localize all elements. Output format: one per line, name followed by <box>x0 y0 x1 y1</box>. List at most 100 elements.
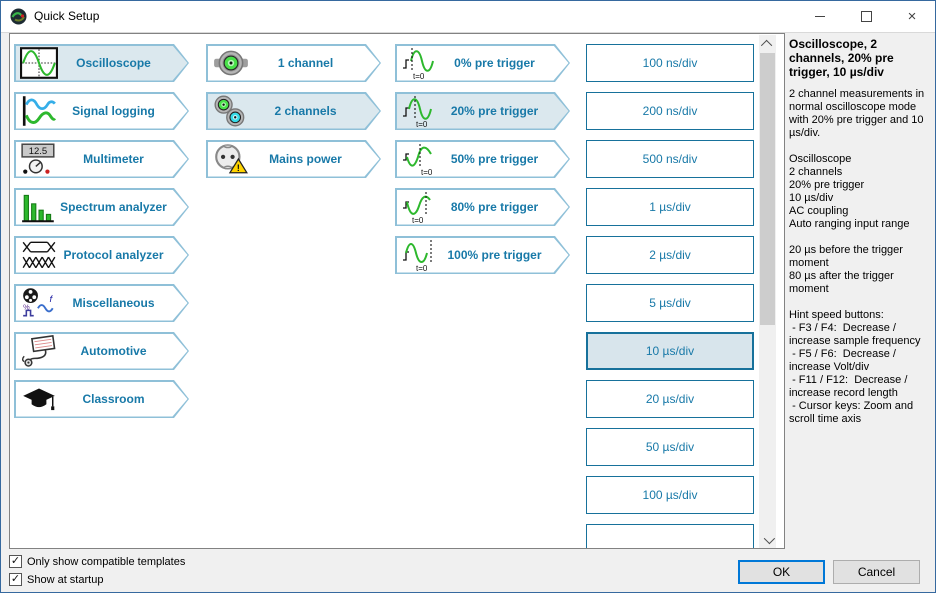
miscellaneous-icon: % f <box>19 286 59 320</box>
option-80-pre-trigger[interactable]: t=0 80% pre trigger <box>395 188 570 226</box>
timebase-1us[interactable]: 1 µs/div <box>586 188 754 226</box>
bnc-1-channel-icon <box>211 46 251 80</box>
multimeter-icon: 12.5 <box>19 142 59 176</box>
category-label: Classroom <box>58 380 169 418</box>
timebase-20us[interactable]: 20 µs/div <box>586 380 754 418</box>
only-show-compatible-checkbox[interactable]: ✓ <box>9 555 22 568</box>
spectrum-analyzer-icon <box>19 190 59 224</box>
option-1-channel[interactable]: 1 channel <box>206 44 381 82</box>
template-description: 2 channel measurements in normal oscillo… <box>789 88 930 140</box>
close-icon: × <box>908 9 917 24</box>
pre-trigger-20-icon: t=0 <box>400 94 440 128</box>
checkbox-label: Show at startup <box>27 574 103 586</box>
category-label: Oscilloscope <box>58 44 169 82</box>
scrollbar-thumb[interactable] <box>760 53 775 325</box>
category-label: Multimeter <box>58 140 169 178</box>
check-icon: ✓ <box>11 574 20 585</box>
check-icon: ✓ <box>11 556 20 567</box>
timebase-label: 200 ns/div <box>643 104 698 118</box>
timebase-label: 2 µs/div <box>649 248 691 262</box>
scroll-down-button[interactable] <box>759 531 776 548</box>
ok-button[interactable]: OK <box>738 560 825 584</box>
category-protocol-analyzer[interactable]: Protocol analyzer <box>14 236 189 274</box>
checkbox-label: Only show compatible templates <box>27 556 185 568</box>
svg-text:t=0: t=0 <box>421 168 433 176</box>
pre-trigger-0-icon: t=0 <box>400 46 440 80</box>
option-label: Mains power <box>250 140 361 178</box>
oscilloscope-icon <box>19 46 59 80</box>
timebase-100ns[interactable]: 100 ns/div <box>586 44 754 82</box>
mains-power-icon: ! <box>211 142 251 176</box>
option-2-channels[interactable]: 2 channels <box>206 92 381 130</box>
category-signal-logging[interactable]: Signal logging <box>14 92 189 130</box>
category-oscilloscope[interactable]: Oscilloscope <box>14 44 189 82</box>
option-label: 1 channel <box>250 44 361 82</box>
timebase-2us[interactable]: 2 µs/div <box>586 236 754 274</box>
timebase-100us[interactable]: 100 µs/div <box>586 476 754 514</box>
timebase-10us[interactable]: 10 µs/div <box>586 332 754 370</box>
maximize-button[interactable] <box>843 1 889 32</box>
option-0-pre-trigger[interactable]: t=0 0% pre trigger <box>395 44 570 82</box>
pre-trigger-50-icon: t=0 <box>400 142 440 176</box>
category-miscellaneous[interactable]: % f Miscellaneous <box>14 284 189 322</box>
svg-text:t=0: t=0 <box>416 120 428 128</box>
classroom-icon <box>19 382 59 416</box>
scroll-up-button[interactable] <box>759 35 776 52</box>
minimize-icon <box>815 16 825 17</box>
svg-text:!: ! <box>237 163 240 174</box>
option-20-pre-trigger[interactable]: t=0 20% pre trigger <box>395 92 570 130</box>
cancel-button[interactable]: Cancel <box>833 560 920 584</box>
category-automotive[interactable]: Automotive <box>14 332 189 370</box>
timebase-5us[interactable]: 5 µs/div <box>586 284 754 322</box>
template-hints: Hint speed buttons: - F3 / F4: Decrease … <box>789 309 930 426</box>
option-mains-power[interactable]: ! Mains power <box>206 140 381 178</box>
category-multimeter[interactable]: 12.5 Multimeter <box>14 140 189 178</box>
option-label: 2 channels <box>250 92 361 130</box>
svg-text:t=0: t=0 <box>416 264 428 272</box>
category-classroom[interactable]: Classroom <box>14 380 189 418</box>
chevron-up-icon <box>760 39 771 50</box>
timebase-label: 100 ns/div <box>643 56 698 70</box>
svg-text:f: f <box>50 294 54 305</box>
timebase-label: 100 µs/div <box>643 488 698 502</box>
timebase-label: 20 µs/div <box>646 392 694 406</box>
timebase-scrollbar[interactable] <box>759 35 776 548</box>
automotive-icon <box>19 334 59 368</box>
timebase-label: 1 µs/div <box>649 200 691 214</box>
timebase-partial[interactable] <box>586 524 754 549</box>
svg-text:t=0: t=0 <box>412 216 424 224</box>
maximize-icon <box>861 11 872 22</box>
title-bar: Quick Setup × <box>1 1 935 32</box>
option-label: 80% pre trigger <box>439 188 550 226</box>
minimize-button[interactable] <box>797 1 843 32</box>
window-title: Quick Setup <box>34 9 99 23</box>
quick-setup-dialog: Quick Setup × Oscilloscope <box>0 0 936 593</box>
option-50-pre-trigger[interactable]: t=0 50% pre trigger <box>395 140 570 178</box>
checkbox-row-startup: ✓ Show at startup <box>9 573 103 586</box>
category-spectrum-analyzer[interactable]: Spectrum analyzer <box>14 188 189 226</box>
footer-bar: ✓ Only show compatible templates ✓ Show … <box>1 549 935 593</box>
chevron-down-icon <box>763 532 774 543</box>
pre-trigger-80-icon: t=0 <box>400 190 440 224</box>
protocol-analyzer-icon <box>19 238 59 272</box>
category-label: Miscellaneous <box>58 284 169 322</box>
category-label: Automotive <box>58 332 169 370</box>
template-timing-info: 20 µs before the trigger moment 80 µs af… <box>789 244 930 296</box>
option-label: 100% pre trigger <box>439 236 550 274</box>
timebase-50us[interactable]: 50 µs/div <box>586 428 754 466</box>
option-100-pre-trigger[interactable]: t=0 100% pre trigger <box>395 236 570 274</box>
template-panel: Oscilloscope Signal logging 12.5 <box>9 33 785 549</box>
bnc-2-channels-icon <box>211 94 251 128</box>
category-label: Signal logging <box>58 92 169 130</box>
timebase-500ns[interactable]: 500 ns/div <box>586 140 754 178</box>
category-label: Protocol analyzer <box>58 236 169 274</box>
signal-logging-icon <box>19 94 59 128</box>
pre-trigger-100-icon: t=0 <box>400 238 440 272</box>
show-at-startup-checkbox[interactable]: ✓ <box>9 573 22 586</box>
timebase-200ns[interactable]: 200 ns/div <box>586 92 754 130</box>
timebase-label: 10 µs/div <box>646 344 694 358</box>
option-label: 50% pre trigger <box>439 140 550 178</box>
close-button[interactable]: × <box>889 1 935 32</box>
timebase-label: 500 ns/div <box>643 152 698 166</box>
timebase-label: 5 µs/div <box>649 296 691 310</box>
